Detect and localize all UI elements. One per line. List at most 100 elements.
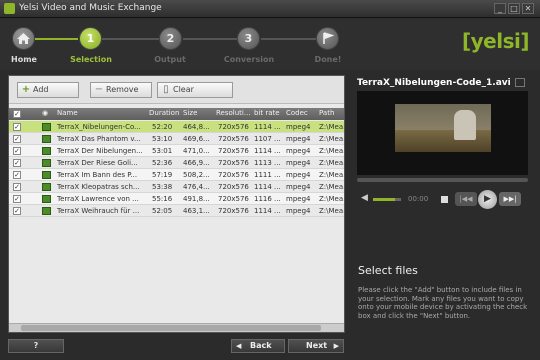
video-preview[interactable]: [357, 91, 528, 175]
cell-duration: 52:36: [152, 159, 173, 167]
cell-bitrate: 1114 ...: [254, 147, 281, 155]
step-label-conversion: Conversion: [223, 55, 275, 64]
cell-bitrate: 1114 ...: [254, 123, 281, 131]
volume-slider-rest[interactable]: [395, 198, 401, 201]
row-checkbox[interactable]: ✓: [13, 135, 21, 143]
select-all-checkbox[interactable]: ✓: [13, 110, 21, 118]
help-button[interactable]: ?: [8, 339, 64, 353]
cell-name: TerraX Im Bann des P...: [57, 171, 138, 179]
home-icon: [17, 33, 30, 44]
table-row[interactable]: ✓ TerraX Kleopatras sch... 53:38 476,4..…: [9, 181, 344, 193]
table-row[interactable]: ✓ TerraX Weihrauch für ... 52:05 463,1..…: [9, 205, 344, 217]
video-frame-ground: [395, 130, 491, 152]
cell-name: TerraX Weihrauch für ...: [57, 207, 140, 215]
video-file-icon: [42, 147, 51, 155]
video-frame-person: [454, 110, 476, 140]
table-row[interactable]: ✓ TerraX Im Bann des P... 57:19 508,2...…: [9, 169, 344, 181]
cell-resolution: 720x576: [218, 159, 249, 167]
row-checkbox[interactable]: ✓: [13, 183, 21, 191]
volume-icon[interactable]: ◀: [361, 193, 368, 203]
table-row[interactable]: ✓ TerraX Lawrence von ... 55:16 491,8...…: [9, 193, 344, 205]
cell-size: 469,6...: [183, 135, 210, 143]
fullscreen-icon[interactable]: [515, 78, 525, 87]
step-conversion[interactable]: 3: [237, 27, 260, 50]
col-bitrate[interactable]: bit rate: [254, 109, 280, 117]
col-path[interactable]: Path: [319, 109, 334, 117]
cell-codec: mpeg4: [286, 183, 311, 191]
row-checkbox[interactable]: ✓: [13, 147, 21, 155]
time-display: 00:00: [408, 195, 429, 203]
col-resolution[interactable]: Resoluti...: [216, 109, 252, 117]
video-file-icon: [42, 159, 51, 167]
stop-button[interactable]: [441, 196, 448, 203]
row-checkbox[interactable]: ✓: [13, 207, 21, 215]
cell-path: Z:\Mea...: [319, 171, 344, 179]
step-label-home: Home: [11, 55, 37, 64]
scrollbar-thumb[interactable]: [21, 325, 321, 331]
col-name[interactable]: Name: [57, 109, 78, 117]
cell-resolution: 720x576: [218, 123, 249, 131]
wizard-steps: 1 2 3 Home Selection Output Conversion D…: [0, 18, 540, 70]
cell-name: TerraX Das Phantom v...: [57, 135, 141, 143]
clear-icon: ▯: [163, 84, 169, 95]
video-frame: [395, 104, 491, 130]
cell-bitrate: 1113 ...: [254, 159, 281, 167]
close-button[interactable]: ✕: [522, 3, 534, 14]
cell-name: TerraX_Nibelungen-Co...: [57, 123, 141, 131]
cell-bitrate: 1111 ...: [254, 171, 281, 179]
preview-file-title: TerraX_Nibelungen-Code_1.avi: [357, 78, 511, 88]
cell-size: 471,0...: [183, 147, 210, 155]
remove-button[interactable]: − Remove: [90, 82, 152, 98]
cell-bitrate: 1114 ...: [254, 183, 281, 191]
col-duration[interactable]: Duration: [149, 109, 179, 117]
step-output[interactable]: 2: [159, 27, 182, 50]
step-home-icon[interactable]: [12, 27, 35, 50]
previous-button[interactable]: |◀◀: [455, 192, 477, 206]
col-size[interactable]: Size: [183, 109, 197, 117]
row-checkbox[interactable]: ✓: [13, 195, 21, 203]
cell-bitrate: 1116 ...: [254, 195, 281, 203]
play-button[interactable]: ▶: [478, 190, 497, 209]
row-checkbox[interactable]: ✓: [13, 159, 21, 167]
table-row[interactable]: ✓ TerraX Der Nibelungen... 53:01 471,0..…: [9, 145, 344, 157]
row-checkbox[interactable]: ✓: [13, 123, 21, 131]
cell-path: Z:\Mea...: [319, 147, 344, 155]
cell-codec: mpeg4: [286, 159, 311, 167]
horizontal-scrollbar[interactable]: [9, 323, 344, 332]
table-row[interactable]: ✓ TerraX_Nibelungen-Co... 52:20 464,8...…: [9, 121, 344, 133]
file-list-panel: + Add − Remove ▯ Clear ✓ ◉ Name Duration…: [8, 75, 345, 333]
window-title: Yelsi Video and Music Exchange: [19, 3, 162, 13]
back-button[interactable]: ◀ Back: [231, 339, 285, 353]
next-button[interactable]: Next ▶: [288, 339, 344, 353]
cell-size: 476,4...: [183, 183, 210, 191]
row-checkbox[interactable]: ✓: [13, 171, 21, 179]
cell-size: 466,9...: [183, 159, 210, 167]
cell-duration: 53:10: [152, 135, 173, 143]
minimize-button[interactable]: _: [494, 3, 506, 14]
title-bar: Yelsi Video and Music Exchange _ □ ✕: [0, 0, 540, 18]
step-connector: [261, 38, 316, 40]
next-label: Next: [306, 341, 328, 350]
step-label-output: Output: [154, 55, 186, 64]
maximize-button[interactable]: □: [508, 3, 520, 14]
table-row[interactable]: ✓ TerraX Der Riese Goli... 52:36 466,9..…: [9, 157, 344, 169]
step-selection[interactable]: 1: [79, 27, 102, 50]
eye-icon[interactable]: ◉: [42, 109, 48, 117]
seek-bar[interactable]: [357, 178, 528, 182]
cell-duration: 53:01: [152, 147, 173, 155]
back-label: Back: [250, 341, 272, 350]
video-file-icon: [42, 135, 51, 143]
col-codec[interactable]: Codec: [286, 109, 308, 117]
cell-name: TerraX Kleopatras sch...: [57, 183, 140, 191]
next-track-button[interactable]: ▶▶|: [499, 192, 521, 206]
cell-codec: mpeg4: [286, 195, 311, 203]
cell-path: Z:\Mea...: [319, 195, 344, 203]
cell-bitrate: 1114 ...: [254, 207, 281, 215]
next-arrow-icon: ▶: [333, 342, 339, 350]
table-row[interactable]: ✓ TerraX Das Phantom v... 53:10 469,6...…: [9, 133, 344, 145]
clear-button[interactable]: ▯ Clear: [157, 82, 233, 98]
volume-slider[interactable]: [373, 198, 395, 201]
step-done-icon[interactable]: [316, 27, 339, 50]
add-button[interactable]: + Add: [17, 82, 79, 98]
plus-icon: +: [21, 84, 31, 95]
